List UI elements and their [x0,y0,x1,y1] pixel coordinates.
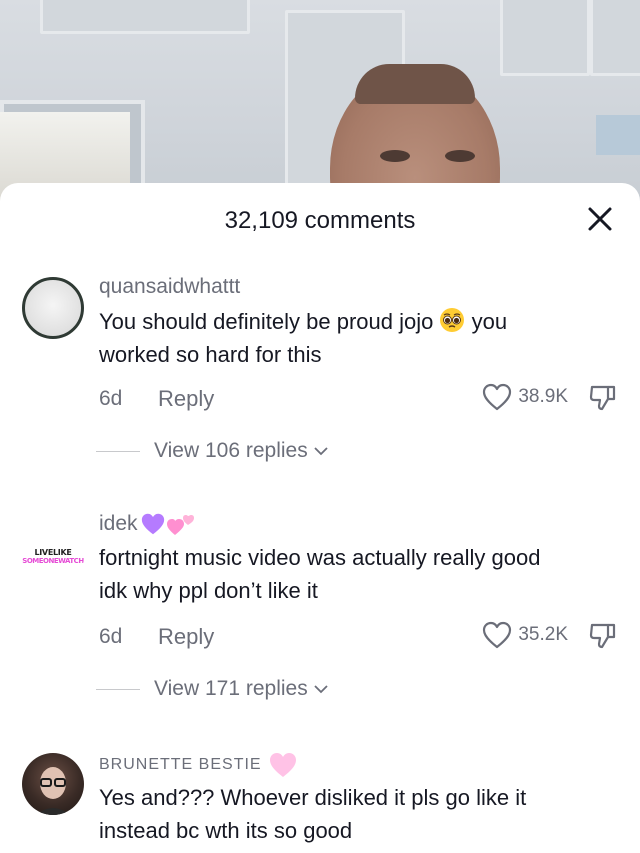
avatar[interactable]: LIVELIKE SOMEONEWATCH [22,525,84,587]
view-replies-label: View 106 replies [154,439,308,462]
comment-time: 6d [99,387,123,410]
person-eye [445,150,475,162]
avatar[interactable] [22,753,84,815]
comment-text: fortnight music video was actually reall… [99,541,619,607]
divider-line [96,688,140,690]
comment-text-line: idk why ppl don’t like it [99,578,318,603]
comment-text: You should definitely be proud jojo you … [99,305,619,371]
two-hearts-emoji-icon [166,515,194,535]
cabinet-shape [500,0,590,76]
view-replies-label: View 171 replies [154,677,308,700]
video-background [0,0,640,210]
like-count: 35.2K [518,624,568,645]
pleading-face-emoji-icon [440,308,465,332]
comment-text-line: worked so hard for this [99,342,322,367]
view-replies-button[interactable]: View 171 replies [96,677,328,701]
person-eye [380,150,410,162]
comment-username[interactable]: idek [99,511,196,537]
heart-outline-icon [483,383,512,411]
comment-text-line: instead bc wth its so good [99,818,353,843]
comments-sheet: 32,109 comments quansaidwhattt You shoul… [0,183,640,853]
reply-button[interactable]: Reply [158,386,214,412]
comment-username-text: idek [99,512,138,535]
comment-text-part: You should definitely be proud jojo [99,309,434,334]
dislike-button[interactable] [588,383,618,418]
avatar-photo [36,767,70,815]
comment-text-part: you [471,309,508,334]
like-count: 38.9K [518,386,568,407]
comments-count-title: 32,109 comments [224,207,416,234]
view-replies-button[interactable]: View 106 replies [96,439,328,463]
divider-line [96,450,140,452]
like-button[interactable]: 38.9K [482,383,568,411]
comment-text: Yes and??? Whoever disliked it pls go li… [99,781,619,847]
thumbs-down-icon [589,385,616,411]
comment-username[interactable]: BRUNETTE BESTIE [99,751,298,779]
like-button[interactable]: 35.2K [482,621,568,649]
comment-time: 6d [99,625,123,648]
thumbs-down-icon [589,623,616,649]
reply-button[interactable]: Reply [158,624,214,650]
cabinet-shape [40,0,250,34]
dislike-button[interactable] [588,621,618,656]
comment-text-line: Yes and??? Whoever disliked it pls go li… [99,785,527,810]
pink-heart-emoji-icon [269,753,296,777]
chevron-down-icon [314,447,328,456]
purple-heart-emoji-icon [141,513,164,535]
cabinet-shape [590,0,640,76]
window-shape [596,115,640,155]
sheet-header: 32,109 comments [0,183,640,259]
chevron-down-icon [314,685,328,694]
avatar-text: LIVELIKE [34,547,72,557]
person-hair [355,64,475,104]
heart-outline-icon [483,621,512,649]
comment-username[interactable]: quansaidwhattt [99,275,240,299]
close-button[interactable] [584,203,616,235]
avatar-text: SOMEONEWATCH [22,556,84,565]
comment-text-line: fortnight music video was actually reall… [99,545,541,570]
avatar[interactable] [22,277,84,339]
close-icon [588,207,612,231]
comment-username-text: BRUNETTE BESTIE [99,756,262,773]
